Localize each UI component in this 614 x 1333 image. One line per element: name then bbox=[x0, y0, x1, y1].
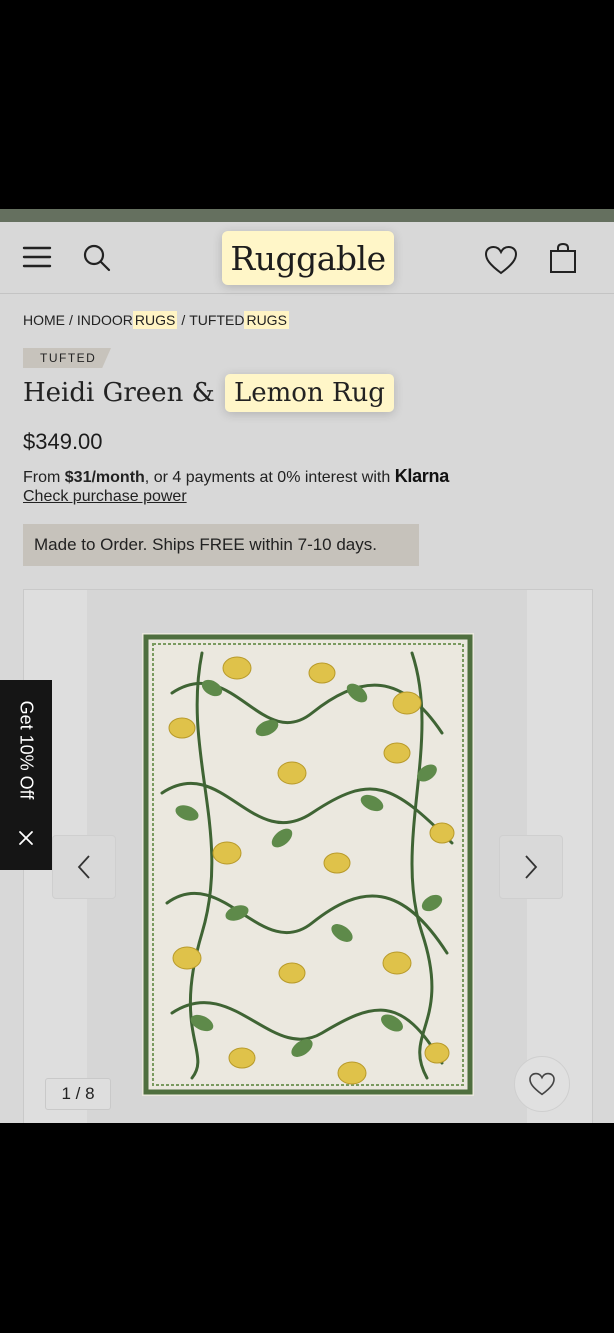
ruggable-logo[interactable]: Ruggable bbox=[222, 231, 394, 285]
financing-text: From $31/month, or 4 payments at 0% inte… bbox=[23, 466, 449, 487]
favorite-button[interactable] bbox=[514, 1056, 570, 1112]
rug-image[interactable] bbox=[142, 633, 474, 1096]
search-icon[interactable] bbox=[82, 243, 112, 273]
breadcrumb-tufted[interactable]: TUFTED bbox=[189, 312, 244, 328]
breadcrumb-rugs-1[interactable]: RUGS bbox=[132, 311, 178, 329]
discount-promo-tab[interactable]: Get 10% Off bbox=[0, 680, 52, 870]
image-counter: 1 / 8 bbox=[45, 1078, 111, 1110]
status-bar-area bbox=[0, 0, 614, 209]
promo-label[interactable]: Get 10% Off bbox=[16, 701, 37, 800]
finance-middle: , or 4 payments at 0% interest with bbox=[144, 469, 395, 486]
breadcrumb-separator: / bbox=[69, 312, 73, 328]
breadcrumb-indoor[interactable]: INDOOR bbox=[77, 312, 133, 328]
product-page: Ruggable HOME / INDOOR RUGS / TUFTED RUGS TUFT… bbox=[0, 222, 614, 1123]
menu-icon[interactable] bbox=[22, 244, 52, 270]
shopping-bag-icon[interactable] bbox=[546, 241, 580, 275]
breadcrumb-rugs-2[interactable]: RUGS bbox=[244, 311, 289, 329]
close-icon[interactable] bbox=[14, 826, 38, 850]
breadcrumb: HOME / INDOOR RUGS / TUFTED RUGS bbox=[23, 311, 289, 329]
shipping-notice: Made to Order. Ships FREE within 7-10 da… bbox=[23, 524, 419, 566]
top-strip bbox=[0, 209, 614, 222]
product-price: $349.00 bbox=[23, 429, 103, 454]
product-title-main: Heidi Green & bbox=[23, 378, 215, 408]
previous-image-button[interactable] bbox=[52, 835, 116, 899]
product-title-highlight: Lemon Rug bbox=[225, 374, 394, 412]
breadcrumb-separator: / bbox=[181, 312, 186, 328]
tufted-badge: TUFTED bbox=[23, 348, 111, 368]
klarna-logo: Klarna bbox=[394, 466, 450, 486]
navigation-bar-area bbox=[0, 1123, 614, 1333]
product-title: Heidi Green & Lemon Rug bbox=[23, 374, 394, 412]
heart-icon[interactable] bbox=[484, 244, 518, 276]
heart-icon bbox=[529, 1072, 555, 1096]
finance-amount: $31/month bbox=[64, 469, 145, 486]
finance-prefix: From bbox=[23, 469, 65, 486]
shipping-text: Made to Order. Ships FREE within 7-10 da… bbox=[34, 535, 377, 554]
next-image-button[interactable] bbox=[499, 835, 563, 899]
site-header: Ruggable bbox=[0, 222, 614, 294]
breadcrumb-home[interactable]: HOME bbox=[23, 312, 65, 328]
check-purchase-power-link[interactable]: Check purchase power bbox=[23, 488, 187, 506]
